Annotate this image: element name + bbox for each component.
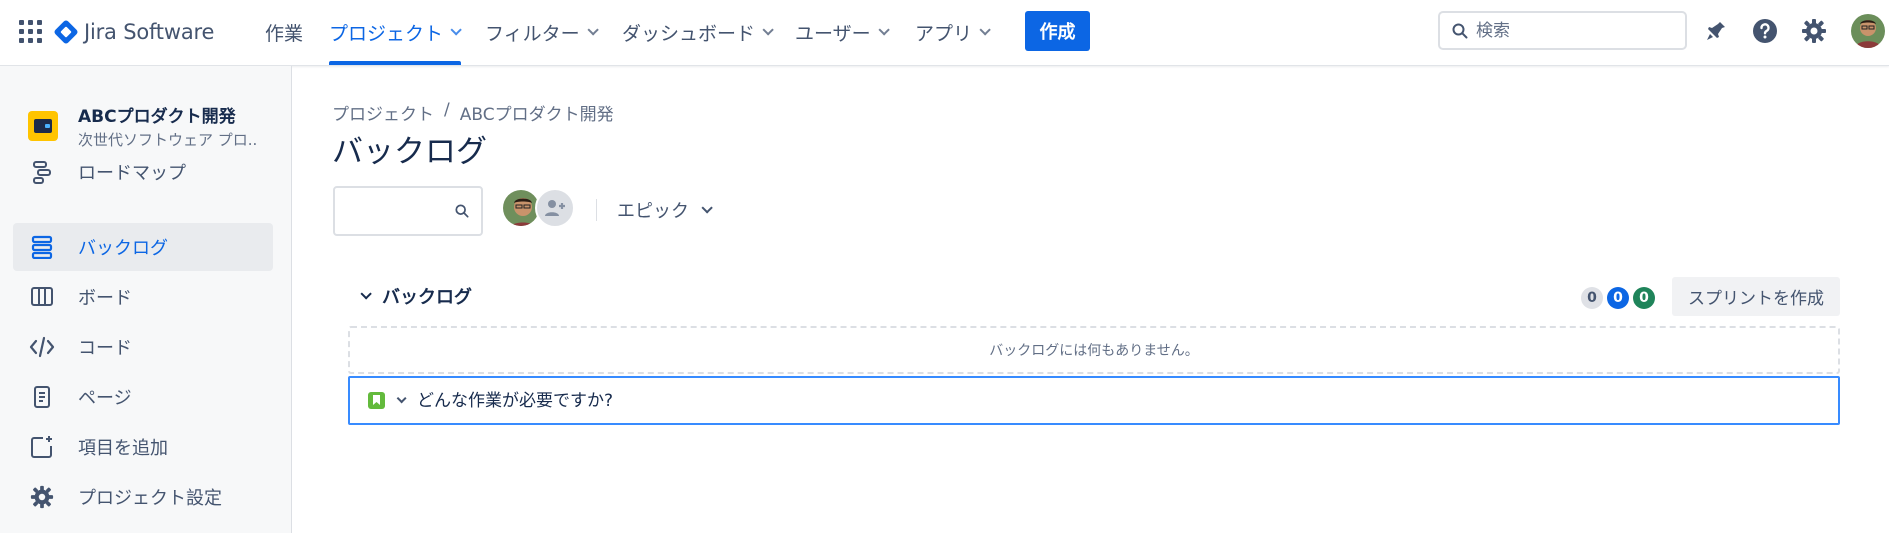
jira-logo-icon	[53, 19, 79, 45]
project-avatar-icon	[28, 111, 58, 141]
chevron-down-icon	[979, 24, 991, 36]
profile-avatar[interactable]	[1851, 14, 1885, 48]
app-switcher-icon[interactable]	[19, 20, 43, 44]
in-progress-count-badge: 0	[1607, 287, 1629, 309]
breadcrumb-project-link[interactable]: ABCプロダクト開発	[460, 100, 614, 125]
sidebar-item-label: ページ	[78, 388, 132, 409]
todo-count-badge: 0	[1581, 287, 1603, 309]
project-sidebar: ABCプロダクト開発 次世代ソフトウェア プロ... ロードマップ バックログ …	[0, 66, 292, 533]
settings-gear-icon[interactable]	[1797, 14, 1831, 48]
search-icon	[1452, 23, 1468, 38]
backlog-section-title: バックログ	[382, 287, 472, 308]
top-navigation: Jira Software 作業 プロジェクト フィルター ダッシュボード ユー…	[0, 0, 1889, 66]
sidebar-item-label: バックログ	[78, 238, 168, 259]
nav-your-work[interactable]: 作業	[265, 18, 303, 46]
nav-filters[interactable]: フィルター	[485, 18, 599, 46]
done-count-badge: 0	[1633, 287, 1655, 309]
sidebar-item-backlog[interactable]: バックログ	[13, 223, 273, 271]
board-icon	[29, 284, 55, 310]
nav-apps[interactable]: アプリ	[915, 18, 991, 46]
create-issue-row[interactable]	[348, 376, 1840, 425]
sidebar-item-code[interactable]: コード	[13, 323, 273, 371]
sidebar-item-pages[interactable]: ページ	[13, 373, 273, 421]
sidebar-item-label: ボード	[78, 288, 132, 309]
sidebar-item-board[interactable]: ボード	[13, 273, 273, 321]
help-icon[interactable]	[1748, 14, 1782, 48]
create-issue-input[interactable]	[417, 390, 1717, 411]
sidebar-item-project-settings[interactable]: プロジェクト設定	[13, 473, 273, 521]
chevron-down-icon	[762, 24, 774, 36]
code-icon	[29, 334, 55, 360]
create-button[interactable]: 作成	[1025, 11, 1090, 51]
jira-logo[interactable]: Jira Software	[53, 17, 215, 47]
project-name: ABCプロダクト開発	[78, 107, 236, 127]
create-sprint-button[interactable]: スプリントを作成	[1672, 277, 1840, 316]
epic-filter-dropdown[interactable]: エピック	[617, 196, 713, 224]
backlog-icon	[29, 234, 55, 260]
settings-gear-icon	[29, 484, 55, 510]
page-title: バックログ	[332, 134, 487, 170]
breadcrumb-projects-link[interactable]: プロジェクト	[332, 100, 434, 125]
add-item-icon	[29, 434, 55, 460]
backlog-search-field[interactable]	[333, 186, 483, 236]
chevron-down-icon	[587, 24, 599, 36]
page-icon	[29, 384, 55, 410]
sidebar-item-add-item[interactable]: 項目を追加	[13, 423, 273, 471]
backlog-section-header[interactable]: バックログ	[360, 283, 472, 309]
breadcrumb-separator: /	[444, 100, 450, 120]
nav-people[interactable]: ユーザー	[795, 18, 890, 46]
roadmap-icon	[29, 159, 55, 185]
backlog-empty-state: バックログには何もありません。	[348, 326, 1840, 374]
project-type: 次世代ソフトウェア プロ...	[78, 131, 258, 149]
search-icon	[455, 204, 469, 218]
project-header[interactable]: ABCプロダクト開発 次世代ソフトウェア プロ...	[28, 102, 258, 150]
notification-bell-icon[interactable]	[1699, 14, 1733, 48]
sidebar-item-label: コード	[78, 338, 132, 359]
breadcrumb: プロジェクト / ABCプロダクト開発	[332, 100, 614, 125]
sidebar-item-label: ロードマップ	[78, 163, 186, 184]
sidebar-item-label: プロジェクト設定	[78, 488, 222, 509]
active-nav-indicator	[329, 61, 461, 65]
search-input[interactable]	[1476, 20, 1676, 41]
story-icon[interactable]	[368, 392, 385, 409]
logo-text: Jira Software	[84, 20, 215, 44]
chevron-down-icon	[701, 202, 713, 214]
filter-divider	[596, 199, 597, 221]
assignee-filter	[501, 188, 581, 230]
epic-filter-label: エピック	[617, 201, 689, 222]
global-search[interactable]	[1438, 11, 1687, 50]
add-person-icon	[545, 200, 565, 216]
sidebar-item-label: 項目を追加	[78, 438, 168, 459]
issue-count-badges: 0 0 0	[1581, 287, 1655, 309]
chevron-down-icon	[450, 24, 462, 36]
chevron-down-icon	[360, 288, 372, 300]
chevron-down-icon	[878, 24, 890, 36]
add-assignee-button[interactable]	[535, 188, 575, 228]
nav-dashboards[interactable]: ダッシュボード	[622, 18, 774, 46]
sidebar-item-roadmap[interactable]: ロードマップ	[13, 148, 273, 196]
nav-projects[interactable]: プロジェクト	[329, 18, 462, 46]
chevron-down-icon[interactable]	[396, 393, 407, 404]
